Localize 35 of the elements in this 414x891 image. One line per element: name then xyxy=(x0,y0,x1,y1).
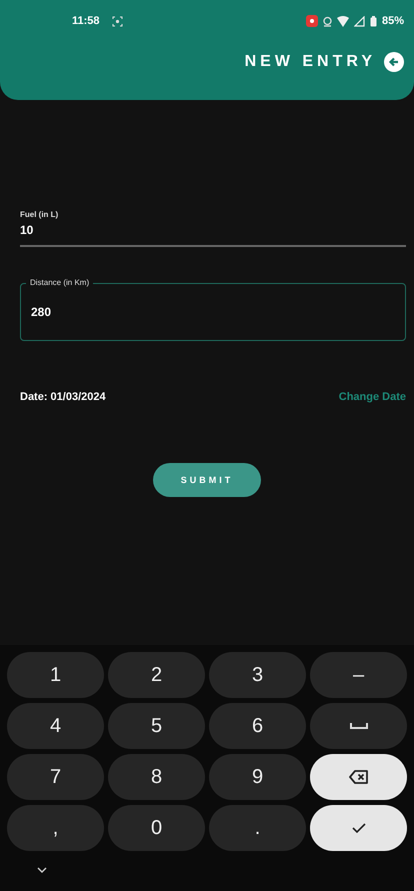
keyboard-key[interactable]: 9 xyxy=(209,754,306,800)
keyboard-key[interactable]: 6 xyxy=(209,703,306,749)
notification-icon xyxy=(306,15,318,27)
space-icon xyxy=(350,723,368,729)
battery-percent: 85% xyxy=(382,15,404,27)
keyboard-key[interactable]: , xyxy=(7,805,104,851)
enter-key[interactable] xyxy=(310,805,407,851)
chevron-down-icon[interactable] xyxy=(37,867,47,873)
keyboard-key[interactable]: 3 xyxy=(209,652,306,698)
keyboard-key[interactable]: 7 xyxy=(7,754,104,800)
field-label: Distance (in Km) xyxy=(26,278,94,287)
keyboard-key[interactable]: 0 xyxy=(108,805,205,851)
status-time: 11:58 xyxy=(72,15,100,27)
field-label: Fuel (in L) xyxy=(20,210,60,219)
battery-icon xyxy=(370,16,377,26)
backspace-key[interactable] xyxy=(310,754,407,800)
keyboard-key[interactable]: 8 xyxy=(108,754,205,800)
checkmark-icon xyxy=(352,823,366,833)
date-label: Date: 01/03/2024 xyxy=(20,391,106,403)
keyboard-key[interactable]: . xyxy=(209,805,306,851)
page-title: NEW ENTRY xyxy=(244,53,376,71)
keyboard-key[interactable]: 5 xyxy=(108,703,205,749)
keyboard-key[interactable]: – xyxy=(310,652,407,698)
distance-input[interactable]: 280 xyxy=(31,305,395,319)
keyboard-key[interactable]: 1 xyxy=(7,652,104,698)
backspace-icon xyxy=(348,770,368,784)
screen-capture-icon xyxy=(112,16,123,26)
wifi-icon xyxy=(336,16,349,26)
alarm-icon xyxy=(322,16,332,26)
change-date-link[interactable]: Change Date xyxy=(338,391,406,403)
submit-button[interactable]: SUBMIT xyxy=(153,463,261,497)
fuel-input[interactable]: 10 xyxy=(20,223,406,247)
signal-icon xyxy=(354,16,365,26)
keyboard-key[interactable]: 2 xyxy=(108,652,205,698)
keyboard-key[interactable]: 4 xyxy=(7,703,104,749)
